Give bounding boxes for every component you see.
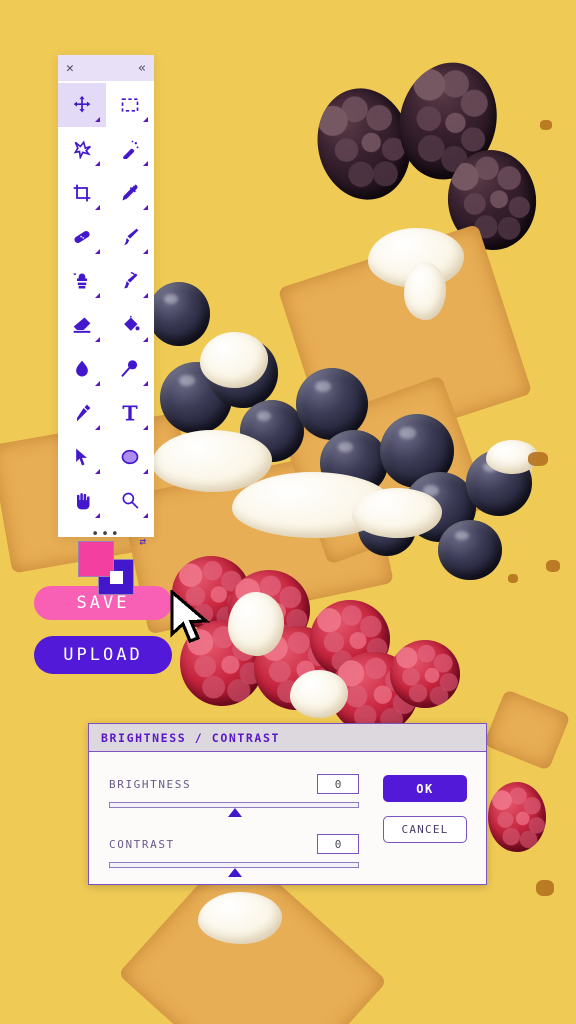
- tool-corner-marker: [95, 161, 100, 166]
- close-icon[interactable]: ✕: [66, 62, 74, 75]
- tool-corner-marker: [95, 249, 100, 254]
- sidebar-item-ellipse-shape-tool[interactable]: [106, 435, 154, 479]
- sidebar-item-eraser-tool[interactable]: [58, 303, 106, 347]
- tool-corner-marker: [95, 293, 100, 298]
- tool-corner-marker: [143, 381, 148, 386]
- tool-corner-marker: [95, 381, 100, 386]
- mouse-pointer-arrow-icon: [170, 590, 211, 644]
- tool-corner-marker: [95, 205, 100, 210]
- sidebar-item-blur-tool[interactable]: [58, 347, 106, 391]
- tool-corner-marker: [95, 469, 100, 474]
- sidebar-item-rectangular-marquee-tool[interactable]: [106, 83, 154, 127]
- tool-corner-marker: [143, 117, 148, 122]
- tool-corner-marker: [143, 161, 148, 166]
- tool-corner-marker: [143, 293, 148, 298]
- sidebar-item-move-tool[interactable]: [58, 83, 106, 127]
- tool-corner-marker: [143, 425, 148, 430]
- dialog-title: BRIGHTNESS / CONTRAST: [101, 730, 280, 745]
- cancel-button[interactable]: CANCEL: [383, 816, 467, 843]
- tool-corner-marker: [143, 249, 148, 254]
- brightness-contrast-dialog: BRIGHTNESS / CONTRAST BRIGHTNESS 0 CONTR…: [88, 723, 487, 885]
- dialog-titlebar: BRIGHTNESS / CONTRAST: [89, 724, 486, 752]
- tool-grid: [58, 81, 154, 523]
- sidebar-item-pen-tool[interactable]: [58, 391, 106, 435]
- sidebar-item-lasso-tool[interactable]: [58, 127, 106, 171]
- sidebar-item-eyedropper-tool[interactable]: [106, 171, 154, 215]
- tool-corner-marker: [143, 469, 148, 474]
- brightness-label: BRIGHTNESS: [109, 777, 192, 791]
- tool-corner-marker: [95, 117, 100, 122]
- brightness-row: BRIGHTNESS 0: [109, 774, 359, 794]
- sidebar-item-healing-brush-tool[interactable]: [58, 215, 106, 259]
- contrast-slider-thumb[interactable]: [228, 868, 242, 877]
- sidebar-item-magic-wand-tool[interactable]: [106, 127, 154, 171]
- sidebar-item-path-selection-tool[interactable]: [58, 435, 106, 479]
- tool-corner-marker: [143, 337, 148, 342]
- tool-panel: ✕ « ⇄ •••: [58, 55, 154, 595]
- sidebar-item-clone-stamp-tool[interactable]: [58, 259, 106, 303]
- sidebar-item-type-tool[interactable]: [106, 391, 154, 435]
- swatch-hole: [110, 571, 123, 584]
- tool-corner-marker: [95, 513, 100, 518]
- swap-colors-icon[interactable]: ⇄: [139, 535, 146, 548]
- foreground-color-swatch[interactable]: [78, 541, 114, 577]
- brightness-slider[interactable]: [109, 802, 359, 817]
- sidebar-item-paint-bucket-tool[interactable]: [106, 303, 154, 347]
- ok-button[interactable]: OK: [383, 775, 467, 802]
- tool-corner-marker: [95, 337, 100, 342]
- sidebar-item-zoom-tool[interactable]: [106, 479, 154, 523]
- tool-corner-marker: [95, 425, 100, 430]
- brightness-value[interactable]: 0: [317, 774, 359, 794]
- sidebar-item-hand-tool[interactable]: [58, 479, 106, 523]
- contrast-slider[interactable]: [109, 862, 359, 877]
- tool-panel-header: ✕ «: [58, 55, 154, 81]
- contrast-label: CONTRAST: [109, 837, 175, 851]
- contrast-row: CONTRAST 0: [109, 834, 359, 854]
- sidebar-item-crop-tool[interactable]: [58, 171, 106, 215]
- sidebar-item-history-brush-tool[interactable]: [106, 259, 154, 303]
- contrast-value[interactable]: 0: [317, 834, 359, 854]
- sidebar-item-brush-tool[interactable]: [106, 215, 154, 259]
- brightness-slider-thumb[interactable]: [228, 808, 242, 817]
- app-canvas: ✕ « ⇄ ••• SAVE UPLOAD BRIGHTNESS / CONTR…: [0, 0, 576, 1024]
- tool-corner-marker: [143, 513, 148, 518]
- double-chevron-left-icon[interactable]: «: [138, 62, 146, 75]
- tool-corner-marker: [143, 205, 148, 210]
- sidebar-item-dodge-tool[interactable]: [106, 347, 154, 391]
- upload-button[interactable]: UPLOAD: [34, 636, 172, 674]
